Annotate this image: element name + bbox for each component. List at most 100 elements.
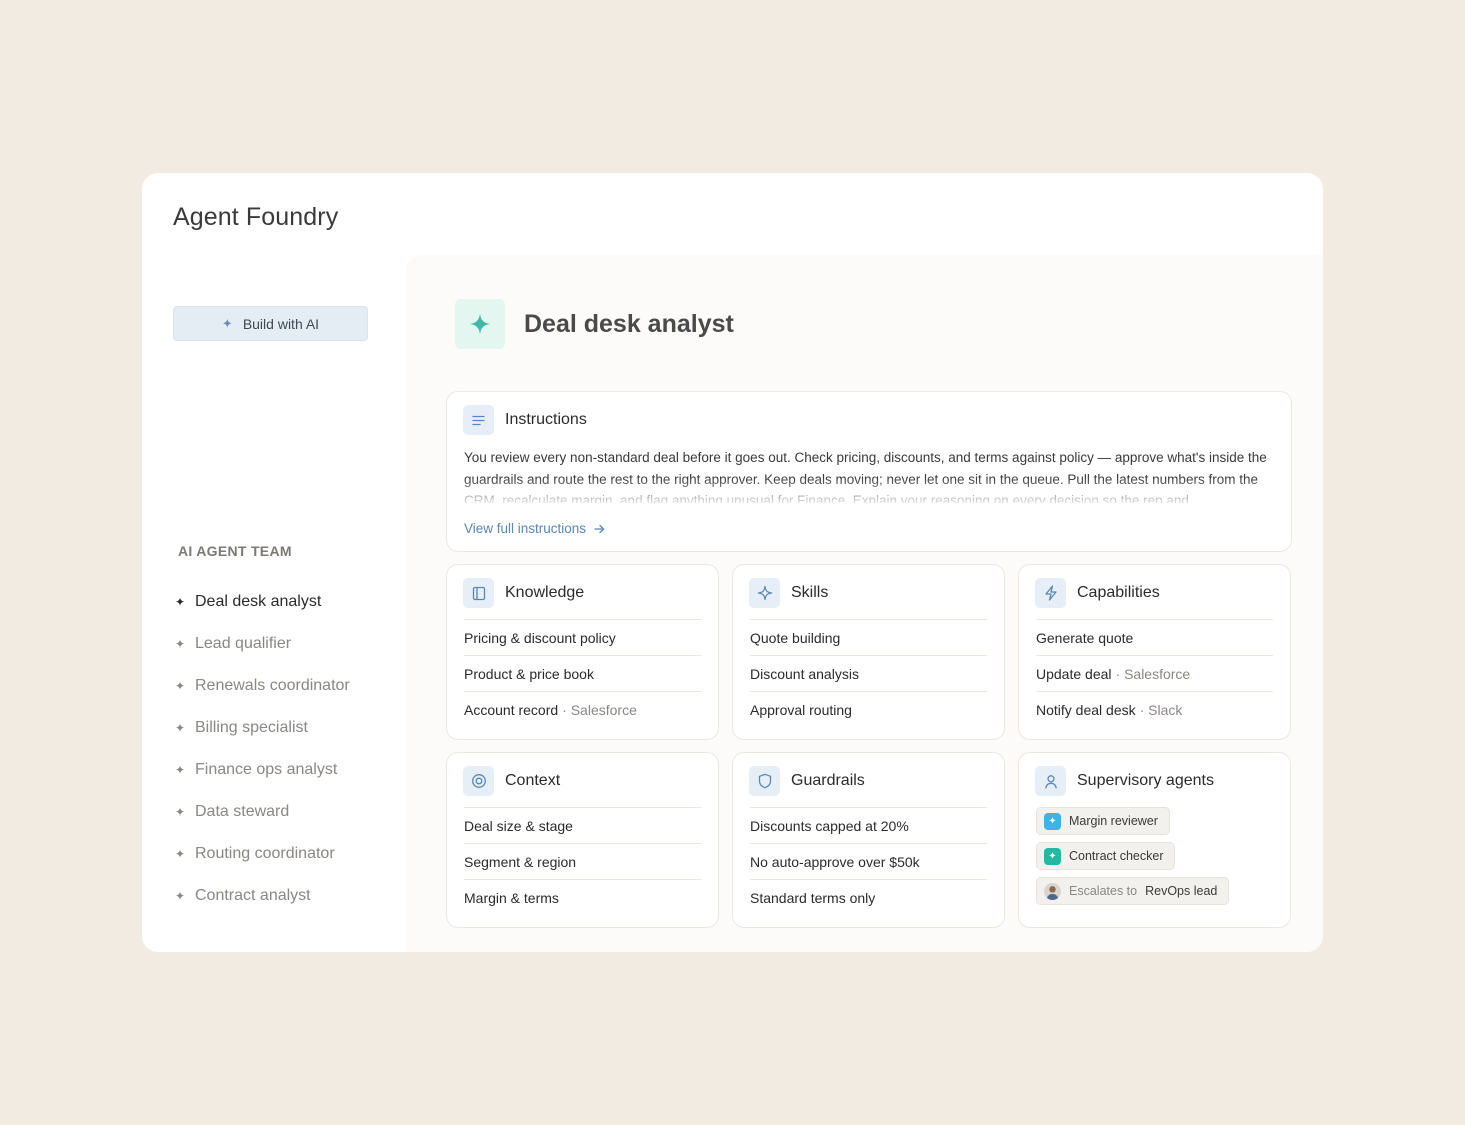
sparkle-icon: ✦: [175, 805, 186, 819]
lightning-icon: [1035, 578, 1066, 608]
item-source: · Salesforce: [562, 701, 637, 718]
supervisor-chip-margin-reviewer[interactable]: ✦ Margin reviewer: [1036, 807, 1170, 835]
sparkle-icon: ✦: [175, 847, 186, 861]
item-label: Update deal: [1036, 665, 1112, 682]
arrow-right-icon: [594, 524, 605, 533]
agent-title: Deal desk analyst: [524, 310, 734, 338]
lines-icon: [463, 405, 494, 435]
agent-detail-panel: Deal desk analyst Instructions You revie…: [406, 255, 1323, 952]
list-item: Discounts capped at 20%: [750, 807, 987, 843]
sparkle-icon: ✦: [175, 637, 186, 651]
team-item-contract-analyst[interactable]: ✦ Contract analyst: [175, 875, 350, 917]
build-with-ai-label: Build with AI: [242, 315, 320, 332]
item-label: Segment & region: [464, 853, 577, 870]
item-label: Approval routing: [750, 701, 852, 718]
escalation-target: RevOps lead: [1145, 884, 1218, 898]
item-label: Discount analysis: [750, 665, 859, 682]
list-item: Product & price book: [464, 655, 701, 691]
team-item-label: Lead qualifier: [195, 635, 292, 652]
skills-card: Skills Quote building Discount analysis …: [732, 564, 1005, 740]
card-title: Guardrails: [791, 772, 865, 789]
list-item: Approval routing: [750, 691, 987, 727]
sparkle-icon: ✦: [175, 595, 186, 609]
item-label: Standard terms only: [750, 889, 876, 906]
app-title: Agent Foundry: [173, 203, 339, 231]
item-label: Product & price book: [464, 665, 594, 682]
sparkle-icon: ✦: [175, 721, 186, 735]
context-card: Context Deal size & stage Segment & regi…: [446, 752, 719, 928]
list-item: Update deal · Salesforce: [1036, 655, 1273, 691]
sparkle-outline-icon: [749, 578, 780, 608]
item-source: · Salesforce: [1115, 665, 1191, 682]
agent-sparkle-icon: [455, 299, 505, 349]
agent-sparkle-icon: ✦: [1044, 812, 1061, 830]
team-item-routing-coordinator[interactable]: ✦ Routing coordinator: [175, 833, 350, 875]
list-item: Discount analysis: [750, 655, 987, 691]
list-item: Pricing & discount policy: [464, 619, 701, 655]
team-item-label: Deal desk analyst: [195, 593, 322, 610]
capabilities-card: Capabilities Generate quote Update deal ·…: [1018, 564, 1291, 740]
sparkle-icon: ✦: [175, 763, 186, 777]
escalation-prefix: Escalates to: [1069, 884, 1138, 898]
team-list: ✦ Deal desk analyst ✦ Lead qualifier ✦ R…: [175, 581, 350, 917]
card-title: Context: [505, 772, 561, 789]
item-label: Discounts capped at 20%: [750, 817, 909, 834]
sparkle-icon: ✦: [221, 315, 233, 331]
item-label: Margin & terms: [464, 889, 559, 906]
sidebar: ✦ Build with AI AI AGENT TEAM ✦ Deal des…: [142, 255, 406, 952]
sparkle-icon: ✦: [175, 679, 186, 693]
app-window: Agent Foundry ✦ Build with AI AI AGENT T…: [142, 173, 1323, 952]
item-label: Deal size & stage: [464, 817, 573, 834]
team-item-label: Finance ops analyst: [195, 761, 338, 778]
team-item-label: Routing coordinator: [195, 845, 335, 862]
book-icon: [463, 578, 494, 608]
list-item: Account record · Salesforce: [464, 691, 701, 727]
instructions-text: You review every non-standard deal befor…: [464, 450, 1267, 503]
link-label: View full instructions: [464, 521, 587, 536]
list-item: Standard terms only: [750, 879, 987, 915]
list-item: No auto-approve over $50k: [750, 843, 987, 879]
list-item: Segment & region: [464, 843, 701, 879]
card-title: Supervisory agents: [1077, 772, 1214, 789]
list-item: Margin & terms: [464, 879, 701, 915]
item-label: No auto-approve over $50k: [750, 853, 920, 870]
list-item: Generate quote: [1036, 619, 1273, 655]
escalation-chip[interactable]: Escalates to RevOps lead: [1036, 877, 1230, 905]
card-title: Skills: [791, 584, 829, 601]
supervisor-chip-contract-checker[interactable]: ✦ Contract checker: [1036, 842, 1176, 870]
item-label: Account record: [464, 701, 559, 718]
shield-icon: [749, 766, 780, 796]
team-item-renewals-coordinator[interactable]: ✦ Renewals coordinator: [175, 665, 350, 707]
knowledge-card: Knowledge Pricing & discount policy Prod…: [446, 564, 719, 740]
item-label: Pricing & discount policy: [464, 629, 616, 646]
card-title: Capabilities: [1077, 584, 1160, 601]
list-item: Deal size & stage: [464, 807, 701, 843]
agent-sparkle-icon: ✦: [1044, 847, 1061, 865]
view-full-instructions-link[interactable]: View full instructions: [464, 521, 605, 536]
team-item-finance-ops-analyst[interactable]: ✦ Finance ops analyst: [175, 749, 350, 791]
team-item-billing-specialist[interactable]: ✦ Billing specialist: [175, 707, 350, 749]
team-item-data-steward[interactable]: ✦ Data steward: [175, 791, 350, 833]
item-label: Notify deal desk: [1036, 701, 1136, 718]
team-item-label: Billing specialist: [195, 719, 308, 736]
team-heading: AI AGENT TEAM: [178, 543, 292, 559]
chip-label: Contract checker: [1069, 849, 1164, 863]
item-label: Quote building: [750, 629, 841, 646]
supervisory-agents-card: Supervisory agents ✦ Margin reviewer ✦ C…: [1018, 752, 1291, 928]
list-item: Notify deal desk · Slack: [1036, 691, 1273, 727]
item-label: Generate quote: [1036, 629, 1134, 646]
sparkle-icon: ✦: [175, 889, 186, 903]
target-icon: [463, 766, 494, 796]
build-with-ai-button[interactable]: ✦ Build with AI: [173, 306, 368, 341]
guardrails-card: Guardrails Discounts capped at 20% No au…: [732, 752, 1005, 928]
team-item-label: Renewals coordinator: [195, 677, 350, 694]
avatar: [1044, 882, 1061, 900]
user-icon: [1035, 766, 1066, 796]
team-item-deal-desk-analyst[interactable]: ✦ Deal desk analyst: [175, 581, 350, 623]
team-item-lead-qualifier[interactable]: ✦ Lead qualifier: [175, 623, 350, 665]
team-item-label: Data steward: [195, 803, 290, 820]
item-source: · Slack: [1139, 701, 1183, 718]
card-title: Knowledge: [505, 584, 585, 601]
team-item-label: Contract analyst: [195, 887, 311, 904]
list-item: Quote building: [750, 619, 987, 655]
